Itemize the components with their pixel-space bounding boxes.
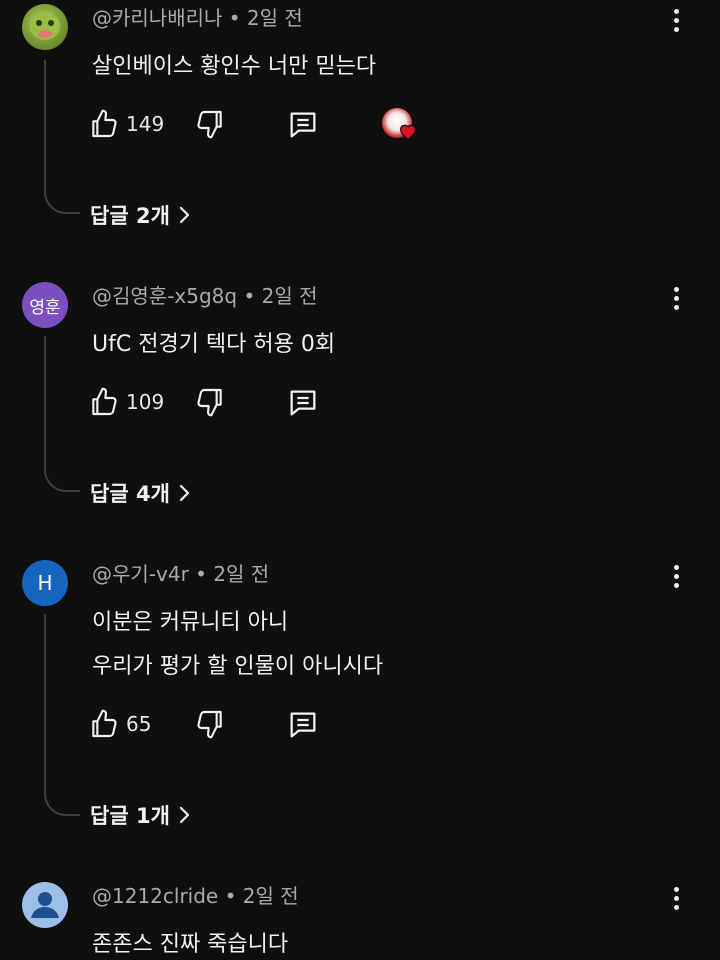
avatar[interactable]: H: [22, 560, 68, 606]
thumbs-up-icon: [92, 109, 117, 138]
comment-actions: 65: [88, 708, 448, 744]
comment-time: 2일 전: [261, 284, 318, 308]
meta-separator: •: [237, 284, 262, 308]
like-button[interactable]: 65: [88, 708, 151, 740]
more-vertical-icon[interactable]: [664, 4, 688, 36]
comment-actions: 109: [88, 386, 448, 422]
comment-time: 2일 전: [246, 6, 303, 30]
author-name[interactable]: @카리나배리나: [92, 6, 222, 30]
comment-text: UfC 전경기 텍다 허용 0회: [92, 332, 336, 357]
author-name[interactable]: @김영훈-x5g8q: [92, 284, 237, 308]
view-replies-button[interactable]: 답글 1개: [90, 800, 192, 830]
avatar-image: [30, 12, 60, 40]
comment-icon: [290, 390, 316, 416]
thumbs-up-icon: [92, 709, 117, 738]
comment-icon: [290, 712, 316, 738]
comment-time: 2일 전: [242, 884, 299, 908]
thread-line: [44, 614, 80, 816]
creator-heart-badge: [380, 106, 420, 146]
thread-line: [44, 336, 80, 492]
avatar[interactable]: 영훈: [22, 282, 68, 328]
chevron-right-icon: [179, 206, 189, 224]
default-user-icon: [31, 892, 59, 918]
replies-label: 답글 2개: [90, 204, 170, 228]
replies-label: 답글 4개: [90, 482, 170, 506]
reply-button[interactable]: [286, 108, 320, 142]
thumbs-up-icon: [92, 387, 117, 416]
like-count: 109: [126, 390, 165, 414]
comment-time: 2일 전: [213, 562, 270, 586]
avatar[interactable]: [22, 882, 68, 928]
like-button[interactable]: 109: [88, 386, 164, 418]
avatar-initials: 영훈: [29, 297, 61, 318]
more-vertical-icon[interactable]: [664, 882, 688, 914]
comment-text-line: 이분은 커뮤니티 아니: [92, 610, 289, 635]
reply-button[interactable]: [286, 708, 320, 742]
like-count: 149: [126, 112, 165, 136]
author-name[interactable]: @1212clride: [92, 884, 218, 908]
avatar-initials: H: [37, 571, 53, 595]
comment-meta: @우기-v4r • 2일 전: [92, 558, 269, 587]
meta-separator: •: [218, 884, 243, 908]
dislike-button[interactable]: [194, 708, 226, 740]
reply-button[interactable]: [286, 386, 320, 420]
comment-actions: 149: [88, 108, 448, 144]
dislike-button[interactable]: [194, 108, 226, 140]
comment-meta: @1212clride • 2일 전: [92, 880, 299, 909]
thread-line: [44, 60, 80, 214]
thumbs-down-icon: [197, 110, 222, 139]
comment-icon: [290, 112, 316, 138]
author-name[interactable]: @우기-v4r: [92, 562, 189, 586]
heart-icon: [400, 124, 416, 140]
more-vertical-icon[interactable]: [664, 282, 688, 314]
comment-text-line: 우리가 평가 할 인물이 아니시다: [92, 654, 384, 679]
replies-label: 답글 1개: [90, 804, 170, 828]
meta-separator: •: [188, 562, 214, 586]
thumbs-down-icon: [197, 710, 222, 739]
chevron-right-icon: [179, 484, 189, 502]
view-replies-button[interactable]: 답글 4개: [90, 478, 192, 508]
meta-separator: •: [222, 6, 247, 30]
view-replies-button[interactable]: 답글 2개: [90, 200, 192, 230]
more-vertical-icon[interactable]: [664, 560, 688, 592]
comment-text: 살인베이스 황인수 너만 믿는다: [92, 54, 377, 79]
dislike-button[interactable]: [194, 386, 226, 418]
avatar[interactable]: [22, 4, 68, 50]
like-count: 65: [126, 712, 152, 736]
chevron-right-icon: [179, 806, 189, 824]
like-button[interactable]: 149: [88, 108, 164, 140]
comment-text: 존존스 진짜 죽습니다: [92, 932, 289, 957]
thumbs-down-icon: [197, 388, 222, 417]
comment-meta: @카리나배리나 • 2일 전: [92, 2, 303, 31]
comment-meta: @김영훈-x5g8q • 2일 전: [92, 280, 318, 309]
